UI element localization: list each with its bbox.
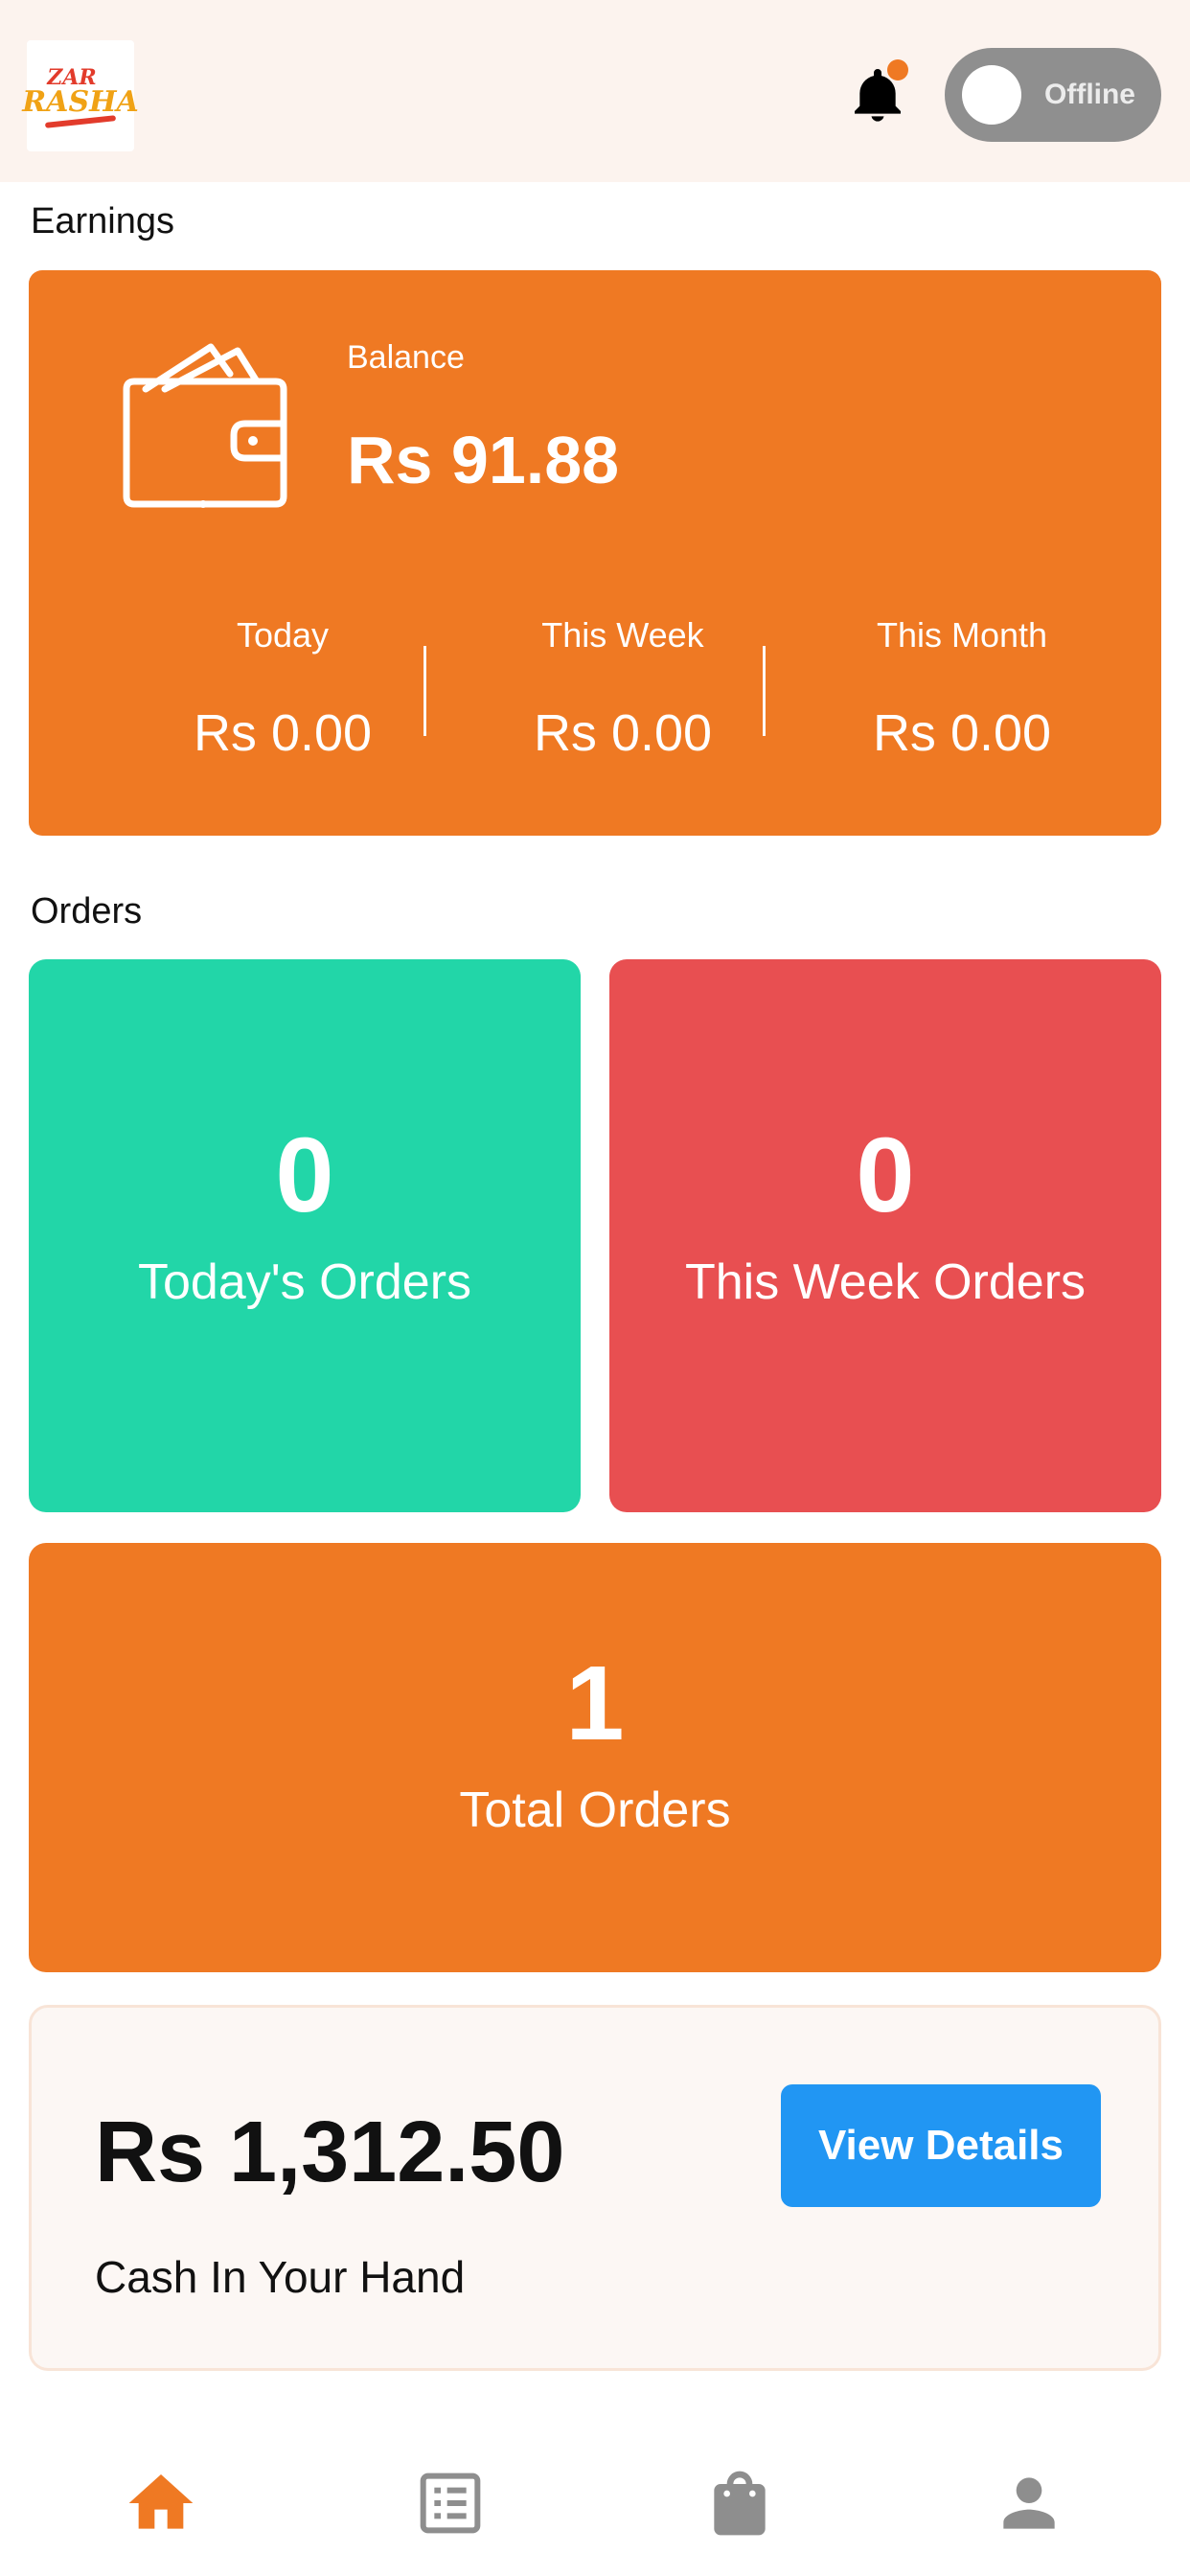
week-orders-label: This Week Orders bbox=[684, 1254, 1087, 1310]
online-status-toggle[interactable]: Offline bbox=[945, 48, 1161, 142]
total-orders-card[interactable]: 1 Total Orders bbox=[29, 1543, 1161, 1972]
balance-value: Rs 91.88 bbox=[347, 423, 620, 497]
view-details-button[interactable]: View Details bbox=[781, 2084, 1101, 2207]
shopping-bag-icon[interactable] bbox=[701, 2465, 778, 2542]
balance-label: Balance bbox=[347, 339, 465, 376]
total-orders-count: 1 bbox=[565, 1644, 625, 1762]
earnings-month: This Month Rs 0.00 bbox=[791, 615, 1133, 763]
earnings-week-label: This Week bbox=[541, 615, 704, 655]
earnings-week-value: Rs 0.00 bbox=[533, 704, 713, 762]
week-orders-count: 0 bbox=[856, 1116, 915, 1234]
earnings-today-label: Today bbox=[236, 615, 330, 655]
profile-icon[interactable] bbox=[991, 2465, 1067, 2542]
earnings-today: Today Rs 0.00 bbox=[112, 615, 453, 763]
app-header: ZAR RASHA Offline bbox=[0, 0, 1190, 182]
week-orders-card[interactable]: 0 This Week Orders bbox=[609, 959, 1161, 1512]
wallet-icon bbox=[123, 343, 287, 508]
todays-orders-label: Today's Orders bbox=[137, 1254, 472, 1310]
app-logo: ZAR RASHA bbox=[22, 40, 139, 151]
cash-in-hand-label: Cash In Your Hand bbox=[95, 2252, 466, 2302]
home-icon[interactable] bbox=[123, 2465, 199, 2542]
earnings-month-value: Rs 0.00 bbox=[872, 704, 1052, 762]
earnings-card: Balance Rs 91.88 Today Rs 0.00 This Week… bbox=[29, 270, 1161, 836]
toggle-knob bbox=[962, 65, 1021, 125]
period-divider bbox=[423, 646, 426, 736]
todays-orders-card[interactable]: 0 Today's Orders bbox=[29, 959, 581, 1512]
cash-in-hand-card: Rs 1,312.50 Cash In Your Hand View Detai… bbox=[29, 2005, 1161, 2371]
orders-list-icon[interactable] bbox=[412, 2465, 489, 2542]
todays-orders-count: 0 bbox=[275, 1116, 334, 1234]
cash-in-hand-value: Rs 1,312.50 bbox=[95, 2104, 565, 2200]
earnings-week: This Week Rs 0.00 bbox=[452, 615, 793, 763]
bottom-nav bbox=[0, 2434, 1190, 2576]
notification-dot bbox=[887, 59, 908, 80]
orders-section-title: Orders bbox=[31, 891, 143, 932]
logo-text-bottom: RASHA bbox=[22, 85, 139, 119]
earnings-month-label: This Month bbox=[876, 615, 1048, 655]
period-divider bbox=[763, 646, 766, 736]
toggle-label: Offline bbox=[1044, 79, 1135, 110]
earnings-today-value: Rs 0.00 bbox=[193, 704, 373, 762]
total-orders-label: Total Orders bbox=[459, 1782, 731, 1838]
earnings-section-title: Earnings bbox=[31, 201, 174, 242]
dashboard-screen: ZAR RASHA Offline Earnings Balance Rs 91… bbox=[0, 0, 1190, 2576]
